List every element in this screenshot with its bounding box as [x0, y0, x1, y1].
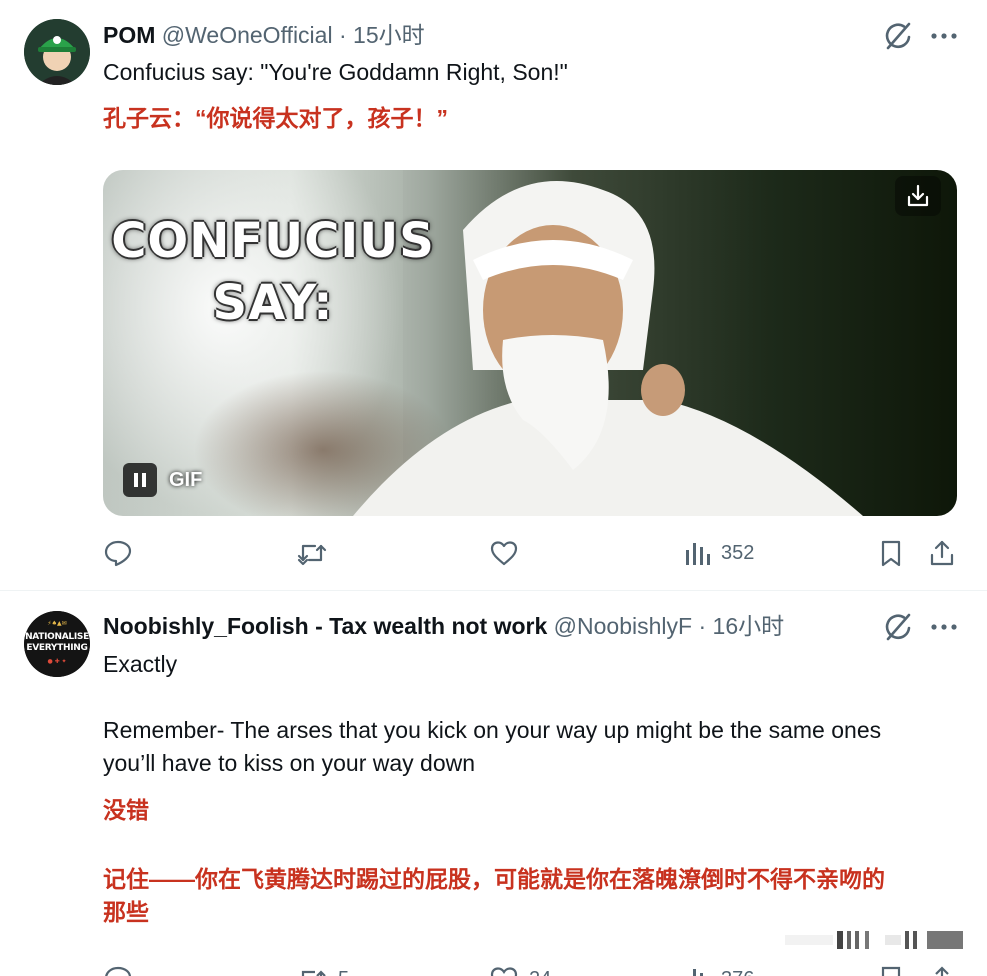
tweet-translation-2-line-2: 那些 — [103, 899, 149, 925]
share-button[interactable] — [928, 959, 956, 976]
display-name[interactable]: POM — [103, 22, 155, 48]
more-options-icon[interactable] — [928, 611, 960, 643]
retweet-count: 5 — [338, 968, 349, 976]
gif-caption: CONFUCIUS SAY: — [103, 210, 443, 334]
views-icon — [686, 543, 710, 565]
separator-dot: · — [698, 613, 707, 639]
tweet-translation-2-line-1: 记住——你在飞黄腾达时踢过的屁股，可能就是你在落魄潦倒时不得不亲吻的 — [103, 866, 885, 892]
watermark-logo — [785, 931, 963, 949]
grok-icon[interactable] — [882, 611, 914, 643]
caption-line-1: CONFUCIUS — [111, 213, 435, 269]
views-icon — [693, 969, 703, 976]
caption-line-2: SAY: — [212, 275, 334, 331]
tweet-text-line-3: you’ll have to kiss on your way down — [103, 750, 476, 776]
avatar-line-2: EVERYTHING — [26, 643, 88, 653]
tweet-actions: 5 24 376 — [103, 959, 963, 976]
heart-icon — [490, 967, 518, 976]
tweet-1[interactable]: POM @WeOneOfficial · 15小时 Confucius say:… — [0, 0, 987, 590]
reply-button[interactable] — [103, 533, 133, 573]
like-button[interactable]: 24 — [489, 959, 551, 976]
gif-media[interactable]: CONFUCIUS SAY: GIF — [103, 170, 957, 516]
avatar-text: NATIONALISE EVERYTHING — [24, 632, 90, 654]
share-icon — [930, 540, 954, 566]
share-button[interactable] — [928, 533, 956, 573]
bookmark-button[interactable] — [877, 959, 905, 976]
avatar-line-1: NATIONALISE — [25, 632, 89, 642]
tweet-2[interactable]: ⚡♠▲✉ ● ✚ ✦ NATIONALISE EVERYTHING Noobis… — [0, 591, 987, 976]
avatar-pom[interactable] — [24, 19, 90, 85]
tweet-translation: 孔子云：“你说得太对了，孩子！” — [103, 105, 448, 131]
display-name[interactable]: Noobishly_Foolish - Tax wealth not work — [103, 613, 547, 639]
views-button[interactable]: 352 — [683, 533, 754, 573]
reply-icon — [104, 540, 132, 567]
separator-dot: · — [338, 22, 347, 48]
bookmark-icon — [881, 540, 901, 567]
pause-button[interactable] — [123, 463, 157, 497]
reply-button[interactable] — [103, 959, 133, 976]
retweet-button[interactable]: 5 — [296, 959, 349, 976]
user-handle[interactable]: @WeOneOfficial — [162, 22, 333, 48]
bookmark-button[interactable] — [877, 533, 905, 573]
tweet-translation-1: 没错 — [103, 797, 149, 823]
heart-icon — [490, 541, 518, 566]
svg-text:⚡♠▲✉: ⚡♠▲✉ — [47, 620, 66, 627]
gif-badge: GIF — [169, 468, 203, 491]
share-icon — [935, 966, 949, 976]
views-count: 376 — [721, 968, 754, 976]
views-button[interactable]: 376 — [683, 959, 754, 976]
tweet-text-line-2: Remember- The arses that you kick on you… — [103, 717, 882, 743]
timestamp[interactable]: 16小时 — [713, 613, 785, 639]
bookmark-icon — [881, 966, 901, 976]
grok-icon[interactable] — [882, 20, 914, 52]
retweet-icon — [301, 970, 326, 976]
timestamp[interactable]: 15小时 — [353, 22, 425, 48]
tweet-actions: 352 — [103, 533, 963, 573]
user-handle[interactable]: @NoobishlyF — [554, 613, 692, 639]
gif-controls: GIF — [123, 463, 202, 497]
like-button[interactable] — [489, 533, 519, 573]
reply-icon — [105, 966, 131, 976]
tweet-header: POM @WeOneOfficial · 15小时 — [103, 20, 425, 50]
tweet-text: Confucius say: "You're Goddamn Right, So… — [103, 59, 568, 85]
tweet-text-line-1: Exactly — [103, 651, 178, 677]
download-button[interactable] — [895, 176, 941, 216]
like-count: 24 — [529, 968, 551, 976]
more-options-icon[interactable] — [928, 20, 960, 52]
download-icon — [907, 184, 929, 207]
retweet-button[interactable] — [296, 533, 328, 573]
retweet-icon — [297, 544, 327, 566]
tweet-header: Noobishly_Foolish - Tax wealth not work … — [103, 611, 784, 641]
views-count: 352 — [721, 541, 755, 564]
avatar-noobishly[interactable]: ⚡♠▲✉ ● ✚ ✦ NATIONALISE EVERYTHING — [24, 611, 90, 677]
pause-icon — [134, 473, 146, 487]
svg-text:● ✚ ✦: ● ✚ ✦ — [47, 658, 66, 665]
